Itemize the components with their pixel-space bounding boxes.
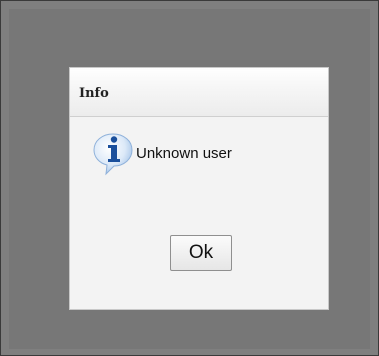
screen-frame: Info Unknown user Ok bbox=[0, 0, 379, 356]
ok-button[interactable]: Ok bbox=[170, 235, 232, 271]
dialog-title: Info bbox=[79, 86, 109, 101]
info-dialog: Info Unknown user Ok bbox=[69, 67, 329, 310]
info-icon bbox=[92, 132, 134, 176]
dialog-titlebar[interactable]: Info bbox=[70, 68, 328, 117]
dialog-message: Unknown user bbox=[136, 145, 232, 162]
message-row: Unknown user bbox=[92, 132, 312, 176]
